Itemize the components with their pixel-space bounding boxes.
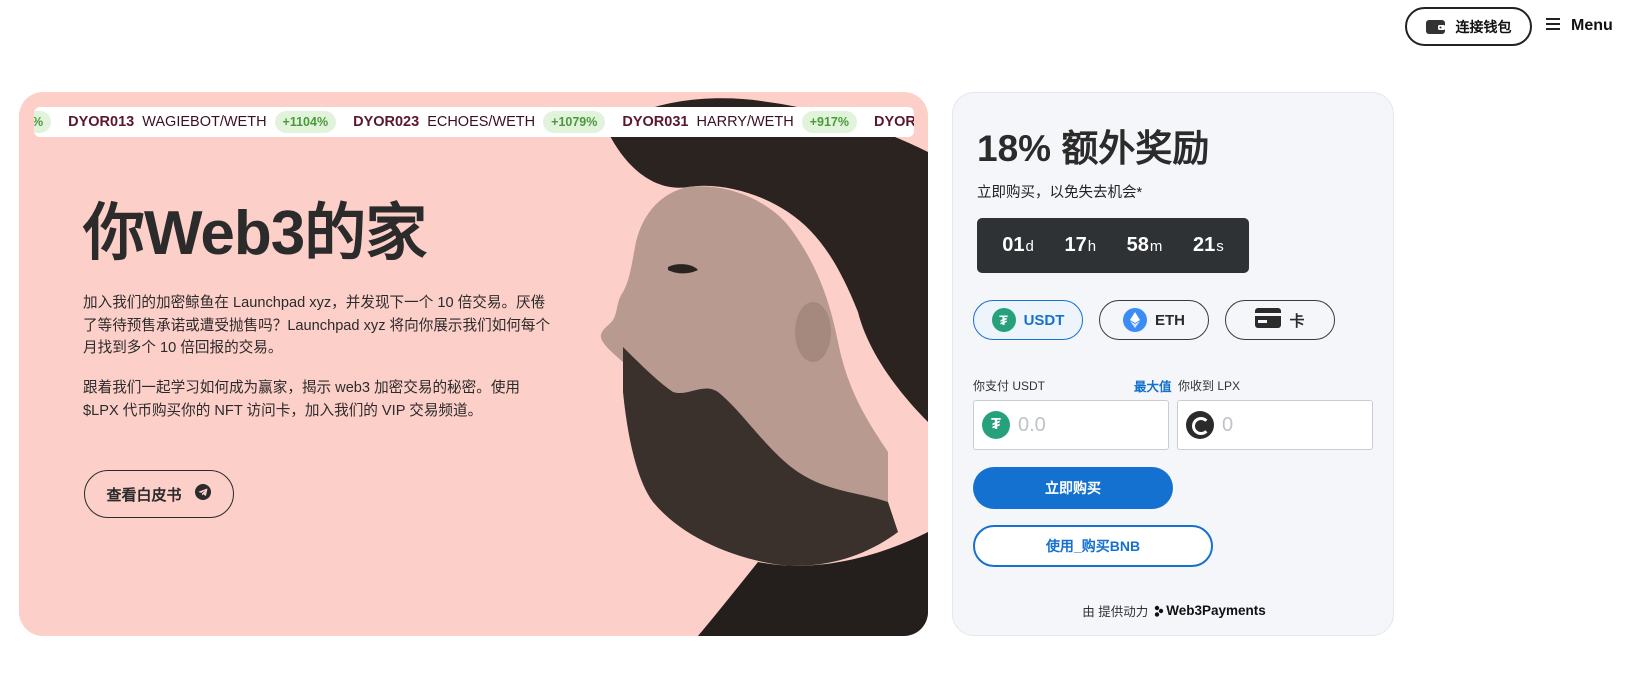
pay-amount-label: 你支付 USDT — [973, 379, 1046, 393]
menu-button[interactable]: Menu — [1545, 15, 1613, 37]
tab-card-label: 卡 — [1289, 312, 1305, 330]
menu-label: Menu — [1571, 17, 1613, 34]
countdown-minutes: 58 m — [1126, 234, 1163, 256]
telegram-icon — [194, 483, 212, 505]
ticker-code: DYOR031 — [622, 114, 689, 130]
receive-amount-field[interactable] — [1177, 400, 1373, 450]
powered-by: 由 提供动力 Web3Payments — [953, 601, 1395, 620]
countdown-days: 01 d — [1002, 234, 1034, 256]
lpx-token-icon — [1186, 411, 1214, 439]
connect-wallet-label: 连接钱包 — [1455, 18, 1512, 35]
ticker-change-badge: +917% — [801, 111, 857, 133]
ticker-item: DYOR023 ECHOES/WETH +1079% — [353, 111, 606, 133]
web3payments-logo: Web3Payments — [1154, 603, 1266, 618]
hero-description-2: 跟着我们一起学习如何成为赢家，揭示 web3 加密交易的秘密。使用 $LPX 代… — [83, 380, 521, 419]
ticker-code: DYOR023 — [353, 114, 420, 130]
ticker-change-badge: % — [34, 111, 52, 133]
ticker-change-badge: +1079% — [543, 111, 606, 133]
whitepaper-label: 查看白皮书 — [106, 486, 182, 504]
tab-card[interactable]: 卡 — [1225, 300, 1335, 340]
pay-amount-field[interactable]: ₮ — [973, 400, 1169, 450]
countdown-seconds: 21 s — [1192, 234, 1224, 256]
receive-amount-label: 你收到 LPX — [1178, 379, 1241, 393]
buy-with-bnb-button[interactable]: 使用_购买BNB — [973, 525, 1213, 567]
credit-card-icon — [1255, 308, 1282, 332]
ticker-pair: ECHOES/WETH — [427, 114, 536, 130]
tab-eth[interactable]: ETH — [1099, 300, 1209, 340]
portrait-image — [600, 98, 928, 636]
wallet-icon — [1425, 19, 1446, 35]
receive-amount-input[interactable] — [1222, 413, 1342, 437]
ticker-pair: WAGIEBOT/WETH — [142, 114, 267, 130]
web3payments-icon — [1155, 605, 1164, 617]
countdown-timer: 01 d 17 h 58 m 21 s — [977, 218, 1249, 273]
ticker-item: DYOR013 WAGIEBOT/WETH +1104% — [68, 111, 337, 133]
hero-banner: % DYOR013 WAGIEBOT/WETH +1104% DYOR023 ECHOES… — [19, 92, 928, 636]
whitepaper-button[interactable]: 查看白皮书 — [84, 470, 234, 518]
powered-by-label: 由 提供动力 — [1082, 605, 1149, 619]
usdt-icon: ₮ — [991, 308, 1016, 332]
countdown-hours: 17 h — [1064, 234, 1097, 256]
hamburger-icon — [1545, 17, 1561, 36]
hero-title: 你Web3的家 — [83, 199, 427, 268]
ticker-code: DYOR0 — [873, 114, 914, 130]
buy-now-button[interactable]: 立即购买 — [973, 467, 1173, 509]
ticker-code: DYOR013 — [68, 114, 135, 130]
ticker-item: DYOR0 — [874, 114, 914, 130]
ticker-item: % — [34, 111, 52, 133]
connect-wallet-button[interactable]: 连接钱包 — [1405, 7, 1532, 46]
bonus-title: 18% 额外奖励 — [977, 128, 1210, 169]
hero-description-1: 加入我们的加密鲸鱼在 Launchpad xyz，并发现下一个 10 倍交易。厌… — [83, 295, 551, 356]
tab-usdt[interactable]: ₮ USDT — [973, 300, 1083, 340]
payment-method-tabs: ₮ USDT ETH 卡 — [973, 300, 1335, 340]
bonus-subtitle: 立即购买，以免失去机会* — [977, 185, 1143, 201]
eth-icon — [1123, 308, 1147, 332]
ticker-item: DYOR031 HARRY/WETH +917% — [622, 111, 857, 133]
ticker-pair: HARRY/WETH — [696, 114, 794, 130]
pay-amount-input[interactable] — [1018, 413, 1138, 437]
presale-widget: 18% 额外奖励 立即购买，以免失去机会* 01 d 17 h 58 m 21 s ₮ … — [952, 92, 1394, 636]
max-button[interactable]: 最大值 — [1134, 376, 1172, 395]
tab-eth-label: ETH — [1155, 311, 1185, 329]
price-ticker: % DYOR013 WAGIEBOT/WETH +1104% DYOR023 ECHOES… — [34, 107, 914, 137]
tab-usdt-label: USDT — [1023, 311, 1065, 329]
ticker-track: % DYOR013 WAGIEBOT/WETH +1104% DYOR023 ECHOES… — [34, 107, 914, 137]
top-bar: 连接钱包 Menu — [0, 0, 1629, 55]
provider-name: Web3Payments — [1166, 603, 1266, 618]
ticker-change-badge: +1104% — [274, 111, 337, 133]
usdt-icon: ₮ — [982, 411, 1010, 439]
